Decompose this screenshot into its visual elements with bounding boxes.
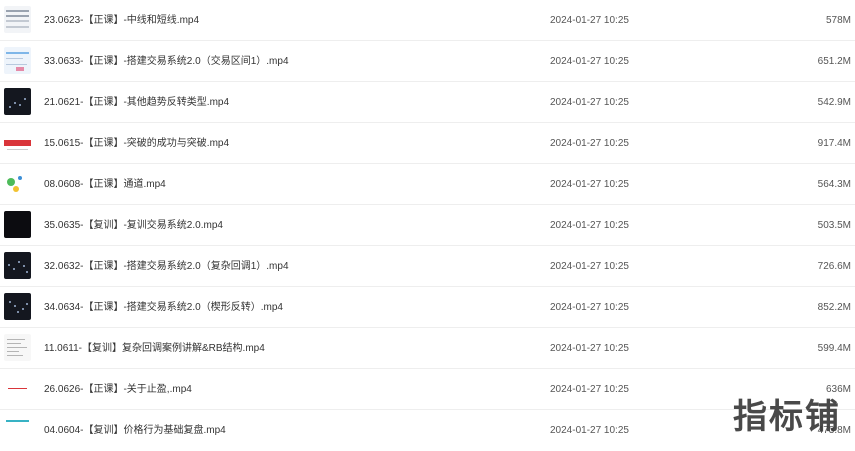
file-modified-date: 2024-01-27 10:25 — [550, 410, 629, 451]
file-name[interactable]: 33.0633-【正课】-搭建交易系统2.0（交易区间1）.mp4 — [44, 41, 289, 82]
file-name[interactable]: 21.0621-【正课】-其他趋势反转类型.mp4 — [44, 82, 229, 123]
video-thumbnail-icon — [4, 252, 31, 279]
file-row[interactable]: 08.0608-【正课】通道.mp4 2024-01-27 10:25 564.… — [0, 164, 855, 205]
file-modified-date: 2024-01-27 10:25 — [550, 0, 629, 41]
video-thumbnail-icon — [4, 334, 31, 361]
file-size: 651.2M — [818, 41, 851, 82]
file-size: 636M — [826, 369, 851, 410]
file-name[interactable]: 32.0632-【正课】-搭建交易系统2.0（复杂回调1）.mp4 — [44, 246, 289, 287]
file-modified-date: 2024-01-27 10:25 — [550, 123, 629, 164]
file-modified-date: 2024-01-27 10:25 — [550, 369, 629, 410]
file-name[interactable]: 23.0623-【正课】-中线和短线.mp4 — [44, 0, 199, 41]
file-row[interactable]: 26.0626-【正课】-关于止盈,.mp4 2024-01-27 10:25 … — [0, 369, 855, 410]
video-thumbnail-icon — [4, 88, 31, 115]
file-modified-date: 2024-01-27 10:25 — [550, 164, 629, 205]
file-size: 503.5M — [818, 205, 851, 246]
video-thumbnail-icon — [4, 47, 31, 74]
file-size: 852.2M — [818, 287, 851, 328]
file-size: 473.8M — [818, 410, 851, 451]
video-thumbnail-icon — [4, 6, 31, 33]
file-row[interactable]: 32.0632-【正课】-搭建交易系统2.0（复杂回调1）.mp4 2024-0… — [0, 246, 855, 287]
file-modified-date: 2024-01-27 10:25 — [550, 82, 629, 123]
file-list: 23.0623-【正课】-中线和短线.mp4 2024-01-27 10:25 … — [0, 0, 855, 444]
file-modified-date: 2024-01-27 10:25 — [550, 328, 629, 369]
video-thumbnail-icon — [4, 211, 31, 238]
file-size: 564.3M — [818, 164, 851, 205]
file-row[interactable]: 35.0635-【复训】-复训交易系统2.0.mp4 2024-01-27 10… — [0, 205, 855, 246]
file-modified-date: 2024-01-27 10:25 — [550, 205, 629, 246]
file-size: 578M — [826, 0, 851, 41]
file-name[interactable]: 04.0604-【复训】价格行为基础复盘.mp4 — [44, 410, 226, 451]
file-modified-date: 2024-01-27 10:25 — [550, 246, 629, 287]
file-size: 599.4M — [818, 328, 851, 369]
file-name[interactable]: 35.0635-【复训】-复训交易系统2.0.mp4 — [44, 205, 223, 246]
file-name[interactable]: 08.0608-【正课】通道.mp4 — [44, 164, 166, 205]
video-thumbnail-icon — [4, 129, 31, 156]
file-row[interactable]: 34.0634-【正课】-搭建交易系统2.0（楔形反转）.mp4 2024-01… — [0, 287, 855, 328]
video-thumbnail-icon — [4, 416, 31, 443]
file-name[interactable]: 15.0615-【正课】-突破的成功与突破.mp4 — [44, 123, 229, 164]
video-thumbnail-icon — [4, 375, 31, 402]
file-row[interactable]: 33.0633-【正课】-搭建交易系统2.0（交易区间1）.mp4 2024-0… — [0, 41, 855, 82]
file-modified-date: 2024-01-27 10:25 — [550, 41, 629, 82]
video-thumbnail-icon — [4, 170, 31, 197]
file-row[interactable]: 11.0611-【复训】复杂回调案例讲解&RB结构.mp4 2024-01-27… — [0, 328, 855, 369]
file-row[interactable]: 04.0604-【复训】价格行为基础复盘.mp4 2024-01-27 10:2… — [0, 410, 855, 451]
file-row[interactable]: 21.0621-【正课】-其他趋势反转类型.mp4 2024-01-27 10:… — [0, 82, 855, 123]
video-thumbnail-icon — [4, 293, 31, 320]
file-name[interactable]: 34.0634-【正课】-搭建交易系统2.0（楔形反转）.mp4 — [44, 287, 283, 328]
file-row[interactable]: 15.0615-【正课】-突破的成功与突破.mp4 2024-01-27 10:… — [0, 123, 855, 164]
file-modified-date: 2024-01-27 10:25 — [550, 287, 629, 328]
file-size: 726.6M — [818, 246, 851, 287]
file-size: 917.4M — [818, 123, 851, 164]
file-size: 542.9M — [818, 82, 851, 123]
file-row[interactable]: 23.0623-【正课】-中线和短线.mp4 2024-01-27 10:25 … — [0, 0, 855, 41]
file-name[interactable]: 11.0611-【复训】复杂回调案例讲解&RB结构.mp4 — [44, 328, 265, 369]
file-name[interactable]: 26.0626-【正课】-关于止盈,.mp4 — [44, 369, 192, 410]
